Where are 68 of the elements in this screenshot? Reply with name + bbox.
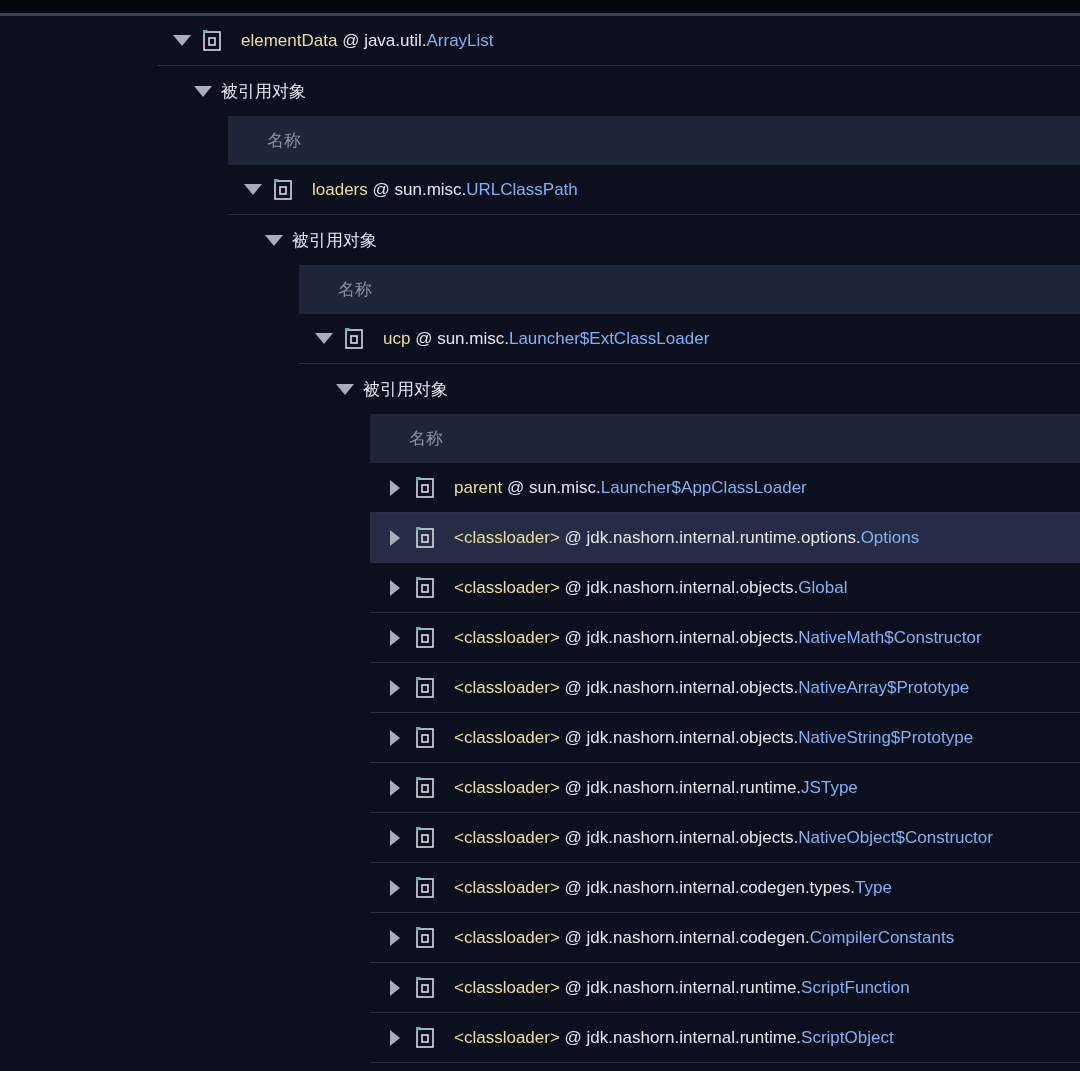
caret-right-icon[interactable]	[390, 929, 400, 946]
object-icon	[416, 977, 434, 998]
object-label: elementData @ java.util.ArrayList	[241, 30, 494, 51]
caret-right-icon[interactable]	[390, 579, 400, 596]
object-icon	[416, 477, 434, 498]
object-label: ucp @ sun.misc.Launcher$ExtClassLoader	[383, 328, 710, 349]
caret-down-icon[interactable]	[336, 383, 354, 395]
object-label: <classloader> @ jdk.nashorn.internal.objects.Global	[454, 577, 848, 598]
object-label: <classloader> @ jdk.nashorn.internal.runtime.JSType	[454, 777, 858, 798]
object-icon	[416, 627, 434, 648]
caret-right-icon[interactable]	[390, 879, 400, 896]
object-label: loaders @ sun.misc.URLClassPath	[312, 179, 578, 200]
object-label: <classloader> @ jdk.nashorn.internal.objects.NativeString$Prototype	[454, 727, 974, 748]
caret-down-icon[interactable]	[173, 35, 191, 46]
object-icon	[416, 727, 434, 748]
caret-right-icon[interactable]	[390, 829, 400, 846]
tree-row[interactable]: <classloader> @ jdk.nashorn.internal.objects.NativeObject$Constructor	[370, 813, 1080, 863]
caret-down-icon[interactable]	[244, 184, 262, 195]
tree-row[interactable]: <classloader> @ jdk.nashorn.internal.runtime.ScriptFunction	[370, 963, 1080, 1013]
object-icon	[416, 777, 434, 798]
object-label: <classloader> @ jdk.nashorn.internal.runtime.ScriptObject	[454, 1027, 894, 1048]
referrers-label: 被引用对象	[292, 229, 377, 252]
object-label: <classloader> @ jdk.nashorn.internal.objects.NativeArray$Prototype	[454, 677, 970, 698]
object-icon	[416, 527, 434, 548]
tree-row[interactable]: <classloader> @ jdk.nashorn.internal.runtime.JSType	[370, 763, 1080, 813]
object-label: <classloader> @ jdk.nashorn.internal.objects.NativeMath$Constructor	[454, 627, 982, 648]
tree-row[interactable]: ucp @ sun.misc.Launcher$ExtClassLoader	[299, 314, 1080, 364]
caret-right-icon[interactable]	[390, 979, 400, 996]
object-icon	[416, 677, 434, 698]
object-icon	[416, 577, 434, 598]
tree-row[interactable]: <classloader> @ jdk.nashorn.internal.codegen.types.Type	[370, 863, 1080, 913]
column-header[interactable]: 名称	[370, 414, 1080, 463]
tree-row[interactable]: <classloader> @ jdk.nashorn.internal.objects.NativeArray$Prototype	[370, 663, 1080, 713]
tree-row[interactable]: <classloader> @ jdk.nashorn.internal.runtime.options.Options	[370, 513, 1080, 563]
caret-down-icon[interactable]	[315, 333, 333, 344]
caret-down-icon[interactable]	[265, 234, 283, 246]
tree-row[interactable]: <classloader> @ jdk.nashorn.internal.codegen.CompilerConstants	[370, 913, 1080, 963]
object-icon	[416, 1027, 434, 1048]
tree-row[interactable]: elementData @ java.util.ArrayList	[157, 16, 1080, 66]
tree-row[interactable]: <classloader> @ jdk.nashorn.internal.objects.NativeMath$Constructor	[370, 613, 1080, 663]
caret-right-icon[interactable]	[390, 529, 400, 546]
object-label: <classloader> @ jdk.nashorn.internal.codegen.CompilerConstants	[454, 927, 955, 948]
referrers-label: 被引用对象	[221, 80, 306, 103]
object-icon	[203, 30, 221, 51]
caret-down-icon[interactable]	[194, 85, 212, 97]
object-label: parent @ sun.misc.Launcher$AppClassLoader	[454, 477, 807, 498]
object-label: <classloader> @ jdk.nashorn.internal.objects.NativeObject$Constructor	[454, 827, 993, 848]
caret-right-icon[interactable]	[390, 679, 400, 696]
object-icon	[274, 179, 292, 200]
caret-right-icon[interactable]	[390, 729, 400, 746]
column-header[interactable]: 名称	[299, 265, 1080, 314]
column-header[interactable]: 名称	[228, 116, 1080, 165]
tree-row[interactable]: <classloader> @ jdk.nashorn.internal.objects.NativeString$Prototype	[370, 713, 1080, 763]
object-label: <classloader> @ jdk.nashorn.internal.codegen.types.Type	[454, 877, 892, 898]
object-label: <classloader> @ jdk.nashorn.internal.runtime.ScriptFunction	[454, 977, 910, 998]
tree-row[interactable]: <classloader> @ jdk.nashorn.internal.runtime.ScriptObject	[370, 1013, 1080, 1063]
object-icon	[345, 328, 363, 349]
referrers-label: 被引用对象	[363, 378, 448, 401]
object-icon	[416, 877, 434, 898]
object-label: <classloader> @ jdk.nashorn.internal.runtime.options.Options	[454, 527, 920, 548]
tree-row[interactable]: <classloader> @ jdk.nashorn.internal.objects.Global	[370, 563, 1080, 613]
caret-right-icon[interactable]	[390, 779, 400, 796]
caret-right-icon[interactable]	[390, 629, 400, 646]
caret-right-icon[interactable]	[390, 1029, 400, 1046]
tree-row[interactable]: loaders @ sun.misc.URLClassPath	[228, 165, 1080, 215]
object-icon	[416, 827, 434, 848]
object-icon	[416, 927, 434, 948]
caret-right-icon[interactable]	[390, 479, 400, 496]
